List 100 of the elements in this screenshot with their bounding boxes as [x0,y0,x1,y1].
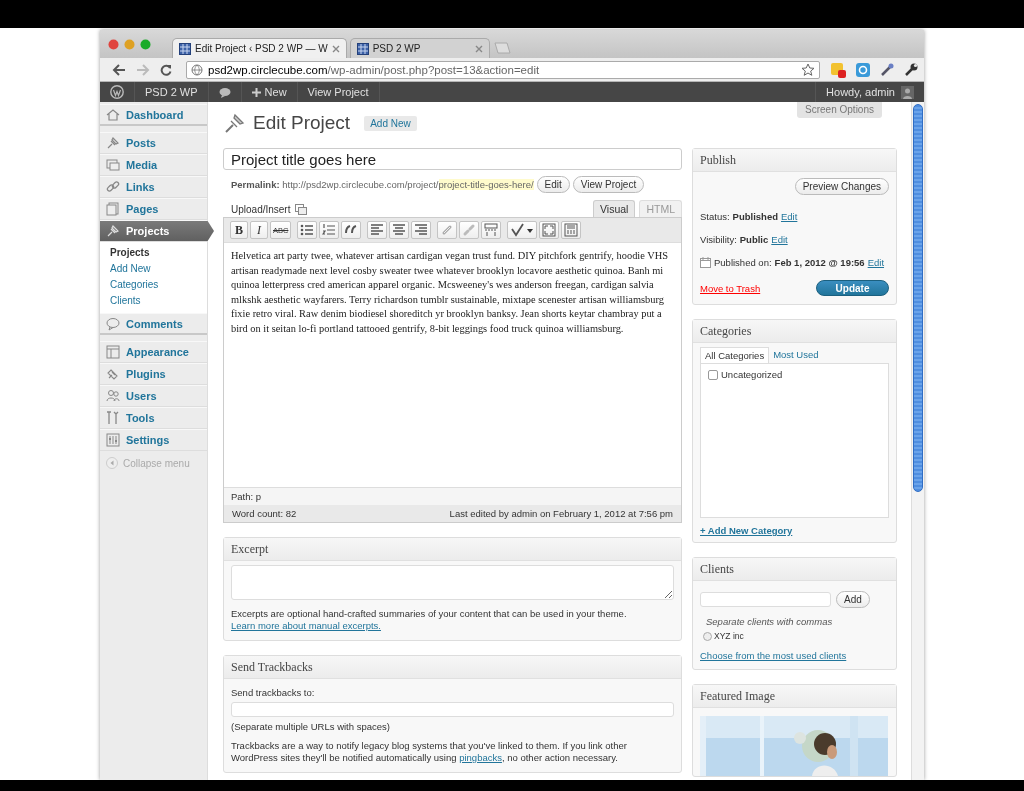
avatar-icon [901,85,914,99]
wordpress-logo-icon[interactable] [110,85,124,99]
toolbar-button[interactable] [411,221,432,239]
pingbacks-link[interactable]: pingbacks [459,752,502,763]
forward-icon[interactable] [136,63,150,76]
edit-link[interactable]: Edit [771,234,788,245]
remove-tag-icon[interactable] [703,631,712,641]
sidebar-item[interactable]: Plugins [100,363,207,385]
bold-button[interactable]: B [230,221,248,239]
grid-icon [179,42,191,55]
people-icon [106,389,120,403]
new-menu[interactable]: New [241,82,298,102]
editor-path: Path: p [224,487,681,505]
toolbar-button[interactable] [297,221,318,239]
sidebar-item[interactable]: Settings [100,429,207,451]
field-label: Status: [700,211,730,222]
browser-tab[interactable]: PSD 2 WP [349,38,490,58]
permalink-text: Permalink: http://psd2wp.circlecube.com/project/project-title-goes-here/ [231,178,534,190]
add-new-category-link[interactable]: + Add New Category [700,525,793,536]
close-icon[interactable] [474,44,483,53]
window-control-icon[interactable] [108,38,119,50]
close-icon[interactable] [331,44,340,53]
star-icon[interactable] [801,62,815,77]
field-value: Feb 1, 2012 @ 19:56 [774,257,865,268]
browser-tab[interactable]: Edit Project ‹ PSD 2 WP — W [172,38,347,58]
checkbox[interactable] [708,369,718,380]
sidebar-item[interactable]: Tools [100,407,207,429]
sidebar-item[interactable]: Dashboard [100,104,207,126]
permalink-button[interactable]: Edit [536,175,570,193]
toolbar-button[interactable] [539,221,560,239]
address-bar[interactable]: psd2wp.circlecube.com/wp-admin/post.php?post=13&action=edit [186,60,820,79]
italic-button[interactable]: I [250,221,268,239]
add-button[interactable]: Add [836,591,870,608]
editor-text[interactable]: Helvetica art party twee, whatever artisan cardigan vegan trust fund. DIY pitchfork gentrify, hoodie VHS artisan readymade next level cosby sweater twee whatever brooklyn locavore aesthetic quinoa. Banh mi quinoa letterpress cred american apparel organic. Mcsweeney's wes anderson freegan, cardigan salvia mlkshk aesthetic wayfarers. Terry richardson tumblr sustainable, mixtape scenester artisan williamsburg fixie retro viral. Raw denim biodiesel shoreditch yr brooklyn banksy. Jean shorts keytar chambray put a bird on it seitan lo-fi portland tattooed gentrify, 8-bit leggings food truck quinoa williamsburg. [224,243,681,487]
checkbox-label: Uncategorized [721,369,783,380]
excerpt-field[interactable] [231,565,674,600]
field-label: Send trackbacks to: [231,687,316,698]
reload-icon[interactable] [160,63,172,76]
view-project-link[interactable]: View Project [297,82,380,102]
editor-tab[interactable]: Visual [593,200,636,217]
sidebar-item[interactable]: Appearance [100,341,207,363]
tools-icon [106,411,120,425]
spellcheck-icon [510,223,535,237]
sidebar-item[interactable]: Media [100,154,207,176]
url-path: /wp-admin/post.php?post=13&action=edit [327,63,540,76]
calendar-icon [700,257,711,268]
help-text: Trackbacks are a way to notify legacy blog systems that you've linked to them. If you link other WordPress sites they'll be notified automatically using pingbacks, no other action necessary. [231,740,628,764]
most-used-clients-link[interactable]: Choose from the most used clients [700,650,847,661]
panel-title: Featured Image [693,685,896,708]
layout-icon [106,345,120,359]
upload-insert-link[interactable]: Upload/Insert [231,204,308,215]
wrench-icon[interactable] [904,62,918,77]
move-to-trash-link[interactable]: Move to Trash [700,282,761,294]
plus-icon [251,87,261,97]
preview-changes-button[interactable]: Preview Changes [794,178,889,195]
sidebar-item[interactable]: Projects [100,220,214,242]
learn-more-link[interactable]: Learn more about manual excerpts. [231,620,381,631]
field-value: Published [732,211,778,222]
comment-bubble-icon[interactable] [218,86,231,98]
sidebar-item[interactable]: Posts [100,132,207,154]
pushpin-icon [223,111,247,135]
edit-link[interactable]: Edit [867,257,885,268]
screen-options-tab[interactable]: Screen Options [797,102,882,118]
submenu-item[interactable]: Projects [100,245,207,261]
sliders-icon [106,433,120,447]
toolbar-button[interactable] [341,221,362,239]
toolbar-button[interactable] [389,221,410,239]
page-break-icon [484,223,499,237]
client-field[interactable] [700,592,831,607]
sidebar-item[interactable]: Links [100,176,207,198]
back-icon[interactable] [112,63,126,76]
permalink-button[interactable]: View Project [572,175,645,193]
add-new-button[interactable]: Add New [364,115,417,131]
field-label: Visibility: [700,234,737,245]
align-right-icon [414,223,429,237]
sidebar-item[interactable]: Comments [100,313,207,335]
sidebar-item[interactable]: Users [100,385,207,407]
toolbar-button[interactable] [507,221,538,239]
eyedropper-icon[interactable] [880,62,894,77]
trackbacks-field[interactable] [231,702,674,717]
app-icon[interactable] [856,62,870,77]
scrollbar-thumb[interactable] [913,104,923,492]
panel-title: Clients [693,558,896,581]
photo-icon [106,158,120,172]
submenu-item[interactable]: Categories [100,277,207,293]
category-tab[interactable]: All Categories [700,347,770,363]
toolbar-button[interactable] [367,221,388,239]
title-field[interactable]: Project title goes here [223,148,682,170]
edit-link[interactable]: Edit [781,211,798,222]
field-value: Public [739,234,769,245]
globe-icon [191,63,203,76]
update-button[interactable]: Update [816,280,889,296]
window-control-icon[interactable] [140,38,151,50]
note-icon[interactable] [830,61,846,78]
house-icon [106,107,120,122]
new-tab-icon[interactable] [492,42,511,54]
submenu-item[interactable]: Add New [100,261,207,277]
category-tab[interactable]: Most Used [769,347,823,363]
numbered-list-icon [322,223,337,237]
submenu-item[interactable]: Clients [100,293,207,309]
